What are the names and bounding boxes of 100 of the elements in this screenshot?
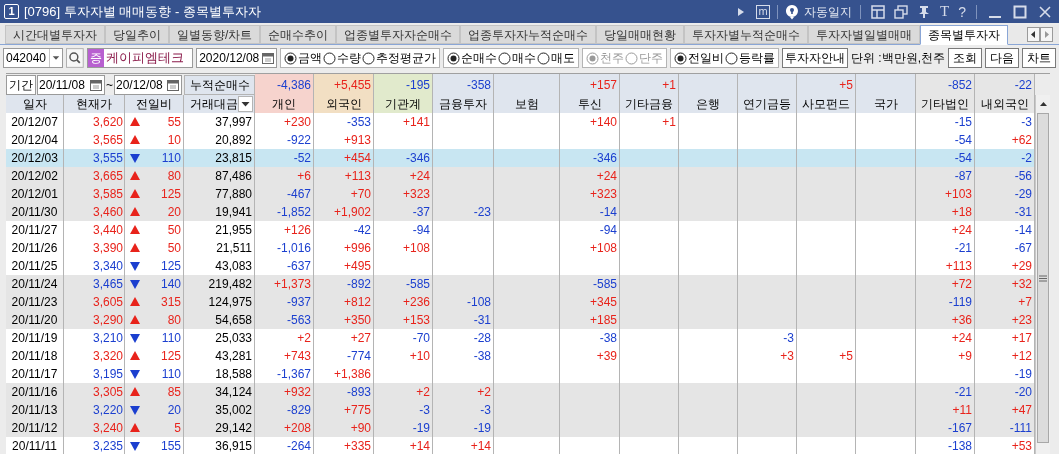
table-row[interactable]: 20/11/12 3,240 5 29,142 +208 +90 -19 -19 -167 -111 (6, 419, 1035, 437)
column-header[interactable]: 개인 (255, 95, 314, 113)
stock-name-field[interactable]: 증 케이피엠테크 (86, 48, 194, 68)
column-header[interactable]: 연기금등 (738, 95, 797, 113)
table-cell-text: 20,892 (215, 132, 252, 149)
action-button[interactable]: 차트 (1022, 48, 1056, 68)
calendar-icon[interactable] (167, 78, 179, 91)
column-header[interactable]: 국가 (856, 95, 916, 113)
column-header[interactable]: 금융투자 (433, 95, 494, 113)
tab[interactable]: 종목별투자자 (920, 25, 1009, 45)
tab[interactable]: 순매수추이 (260, 25, 337, 44)
table-row[interactable]: 20/11/25 3,340 125 43,083 -637 +495 +113 +29 (6, 257, 1035, 275)
tab[interactable]: 일별동향/차트 (169, 25, 261, 44)
table-cell-text: +9 (958, 348, 972, 365)
column-header[interactable]: 사모펀드 (797, 95, 856, 113)
radio-group[interactable]: 순매수 매수 매도 (443, 48, 579, 68)
table-row[interactable]: 20/11/17 3,195 110 18,588 -1,367 +1,386 -19 (6, 365, 1035, 383)
column-header[interactable]: 일자 (6, 95, 64, 113)
scroll-left-icon[interactable] (1027, 27, 1040, 42)
tab[interactable]: 시간대별투자자 (5, 25, 105, 44)
column-header[interactable]: 거래대금 (184, 95, 255, 113)
search-icon[interactable] (66, 48, 84, 68)
table-cell-text: +141 (402, 114, 430, 131)
radio-label[interactable]: 추정평균가 (376, 49, 436, 67)
radio-button[interactable] (498, 51, 511, 65)
radio-label[interactable]: 금액 (298, 49, 322, 67)
copy-window-icon[interactable] (894, 4, 909, 19)
column-header[interactable]: 기타금융 (620, 95, 679, 113)
action-button[interactable]: 다음 (985, 48, 1019, 68)
table-row[interactable]: 20/12/04 3,565 10 20,892 -922 +913 -54 +62 (6, 131, 1035, 149)
column-header[interactable]: 보험 (494, 95, 560, 113)
scrollbar-thumb[interactable] (1037, 113, 1049, 443)
table-row[interactable]: 20/12/07 3,620 55 37,997 +230 -353 +141 +140 +1 -15 -3 (6, 113, 1035, 131)
table-row[interactable]: 20/11/20 3,290 80 54,658 -563 +350 +153 -31 +185 +36 +23 (6, 311, 1035, 329)
table-row[interactable]: 20/12/03 3,555 110 23,815 -52 +454 -346 -346 -54 -2 (6, 149, 1035, 167)
column-header[interactable]: 기관계 (374, 95, 433, 113)
period-button[interactable]: 기간 (6, 74, 36, 95)
radio-group[interactable]: 전일비 등락률 (670, 48, 779, 68)
tab[interactable]: 당일추이 (105, 25, 169, 44)
m-button[interactable]: m (756, 4, 771, 19)
radio-button[interactable] (447, 51, 460, 65)
radio-button[interactable] (537, 51, 550, 65)
radio-button[interactable] (674, 51, 687, 65)
table-cell-text: +1,373 (273, 276, 311, 293)
table-row[interactable]: 20/12/01 3,585 125 77,880 -467 +70 +323 +323 +103 -29 (6, 185, 1035, 203)
table-row[interactable]: 20/11/24 3,465 140 219,482 +1,373 -892 -585 -585 +72 +32 (6, 275, 1035, 293)
close-icon[interactable] (1038, 4, 1052, 19)
column-header[interactable]: 현재가 (64, 95, 125, 113)
radio-label[interactable]: 매수 (512, 49, 536, 67)
radio-label[interactable]: 순매수 (461, 49, 497, 67)
calendar-icon[interactable] (90, 78, 102, 91)
action-button[interactable]: 조회 (948, 48, 982, 68)
radio-label[interactable]: 전일비 (688, 49, 724, 67)
radio-button[interactable] (362, 51, 375, 65)
date-field[interactable]: 20/11/08 (37, 74, 105, 95)
radio-button[interactable] (323, 51, 336, 65)
table-row[interactable]: 20/11/23 3,605 315 124,975 -937 +812 +236 -108 +345 -119 +7 (6, 293, 1035, 311)
radio-label[interactable]: 등락률 (739, 49, 775, 67)
tab[interactable]: 당일매매현황 (596, 25, 685, 44)
table-cell-text: -56 (1014, 168, 1032, 185)
table-row[interactable]: 20/11/13 3,220 20 35,002 -829 +775 -3 -3 +11 +47 (6, 401, 1035, 419)
sort-dropdown-icon[interactable] (238, 96, 253, 112)
column-header[interactable]: 투신 (560, 95, 620, 113)
keyhole-icon[interactable] (785, 3, 800, 20)
table-row[interactable]: 20/11/19 3,210 110 25,033 +2 +27 -70 -28 -38 -3 +24 +17 (6, 329, 1035, 347)
calendar-icon[interactable] (262, 52, 274, 64)
auto-log-button[interactable]: 자동일지 (804, 2, 853, 21)
radio-label[interactable]: 매도 (551, 49, 575, 67)
date-field[interactable]: 2020/12/08 (196, 48, 277, 68)
radio-button[interactable] (725, 51, 738, 65)
table-cell-text: 18,588 (215, 366, 252, 383)
radio-button[interactable] (284, 51, 297, 65)
column-header[interactable]: 외국인 (314, 95, 374, 113)
tab[interactable]: 업종투자자누적순매수 (460, 25, 597, 44)
table-row[interactable]: 20/11/26 3,390 50 21,511 -1,016 +996 +108 +108 -21 -67 (6, 239, 1035, 257)
date-field[interactable]: 20/12/08 (114, 74, 182, 95)
table-row[interactable]: 20/12/02 3,665 80 87,486 +6 +113 +24 +24 -87 -56 (6, 167, 1035, 185)
font-button[interactable]: T (940, 4, 950, 19)
tab[interactable]: 업종별투자자순매수 (336, 25, 461, 44)
help-button[interactable]: ? (958, 4, 966, 19)
table-row[interactable]: 20/11/16 3,305 85 34,124 +932 -893 +2 +2 -21 -20 (6, 383, 1035, 401)
table-cell-text: 3,665 (92, 168, 123, 185)
column-header[interactable]: 내외국인 (975, 95, 1035, 113)
table-row[interactable]: 20/11/30 3,460 20 19,941 -1,852 +1,902 -37 -23 -14 +18 -31 (6, 203, 1035, 221)
layout-icon[interactable] (871, 4, 886, 19)
table-row[interactable]: 20/11/18 3,320 125 43,281 +743 -774 +10 -38 +39 +3 +5 +9 +12 (6, 347, 1035, 365)
tab[interactable]: 투자자별일별매매 (808, 25, 921, 44)
column-header[interactable]: 은행 (679, 95, 738, 113)
code-field[interactable]: 042040 (3, 48, 64, 68)
table-cell-text: -892 (346, 276, 371, 293)
radio-group[interactable]: 금액 수량 추정평균가 (280, 48, 440, 68)
radio-label[interactable]: 수량 (337, 49, 361, 67)
investor-guide-button[interactable]: 투자자안내 (782, 48, 848, 68)
play-icon[interactable] (737, 6, 746, 17)
table-row[interactable]: 20/11/27 3,440 50 21,955 +126 -42 -94 -94 +24 -14 (6, 221, 1035, 239)
table-row[interactable]: 20/11/11 3,235 155 36,915 -264 +335 +14 +14 -138 +53 (6, 437, 1035, 454)
column-header[interactable]: 전일비 (125, 95, 184, 113)
maximize-icon[interactable] (1013, 4, 1027, 19)
column-header[interactable]: 기타법인 (916, 95, 975, 113)
tab[interactable]: 투자자별누적순매수 (684, 25, 809, 44)
